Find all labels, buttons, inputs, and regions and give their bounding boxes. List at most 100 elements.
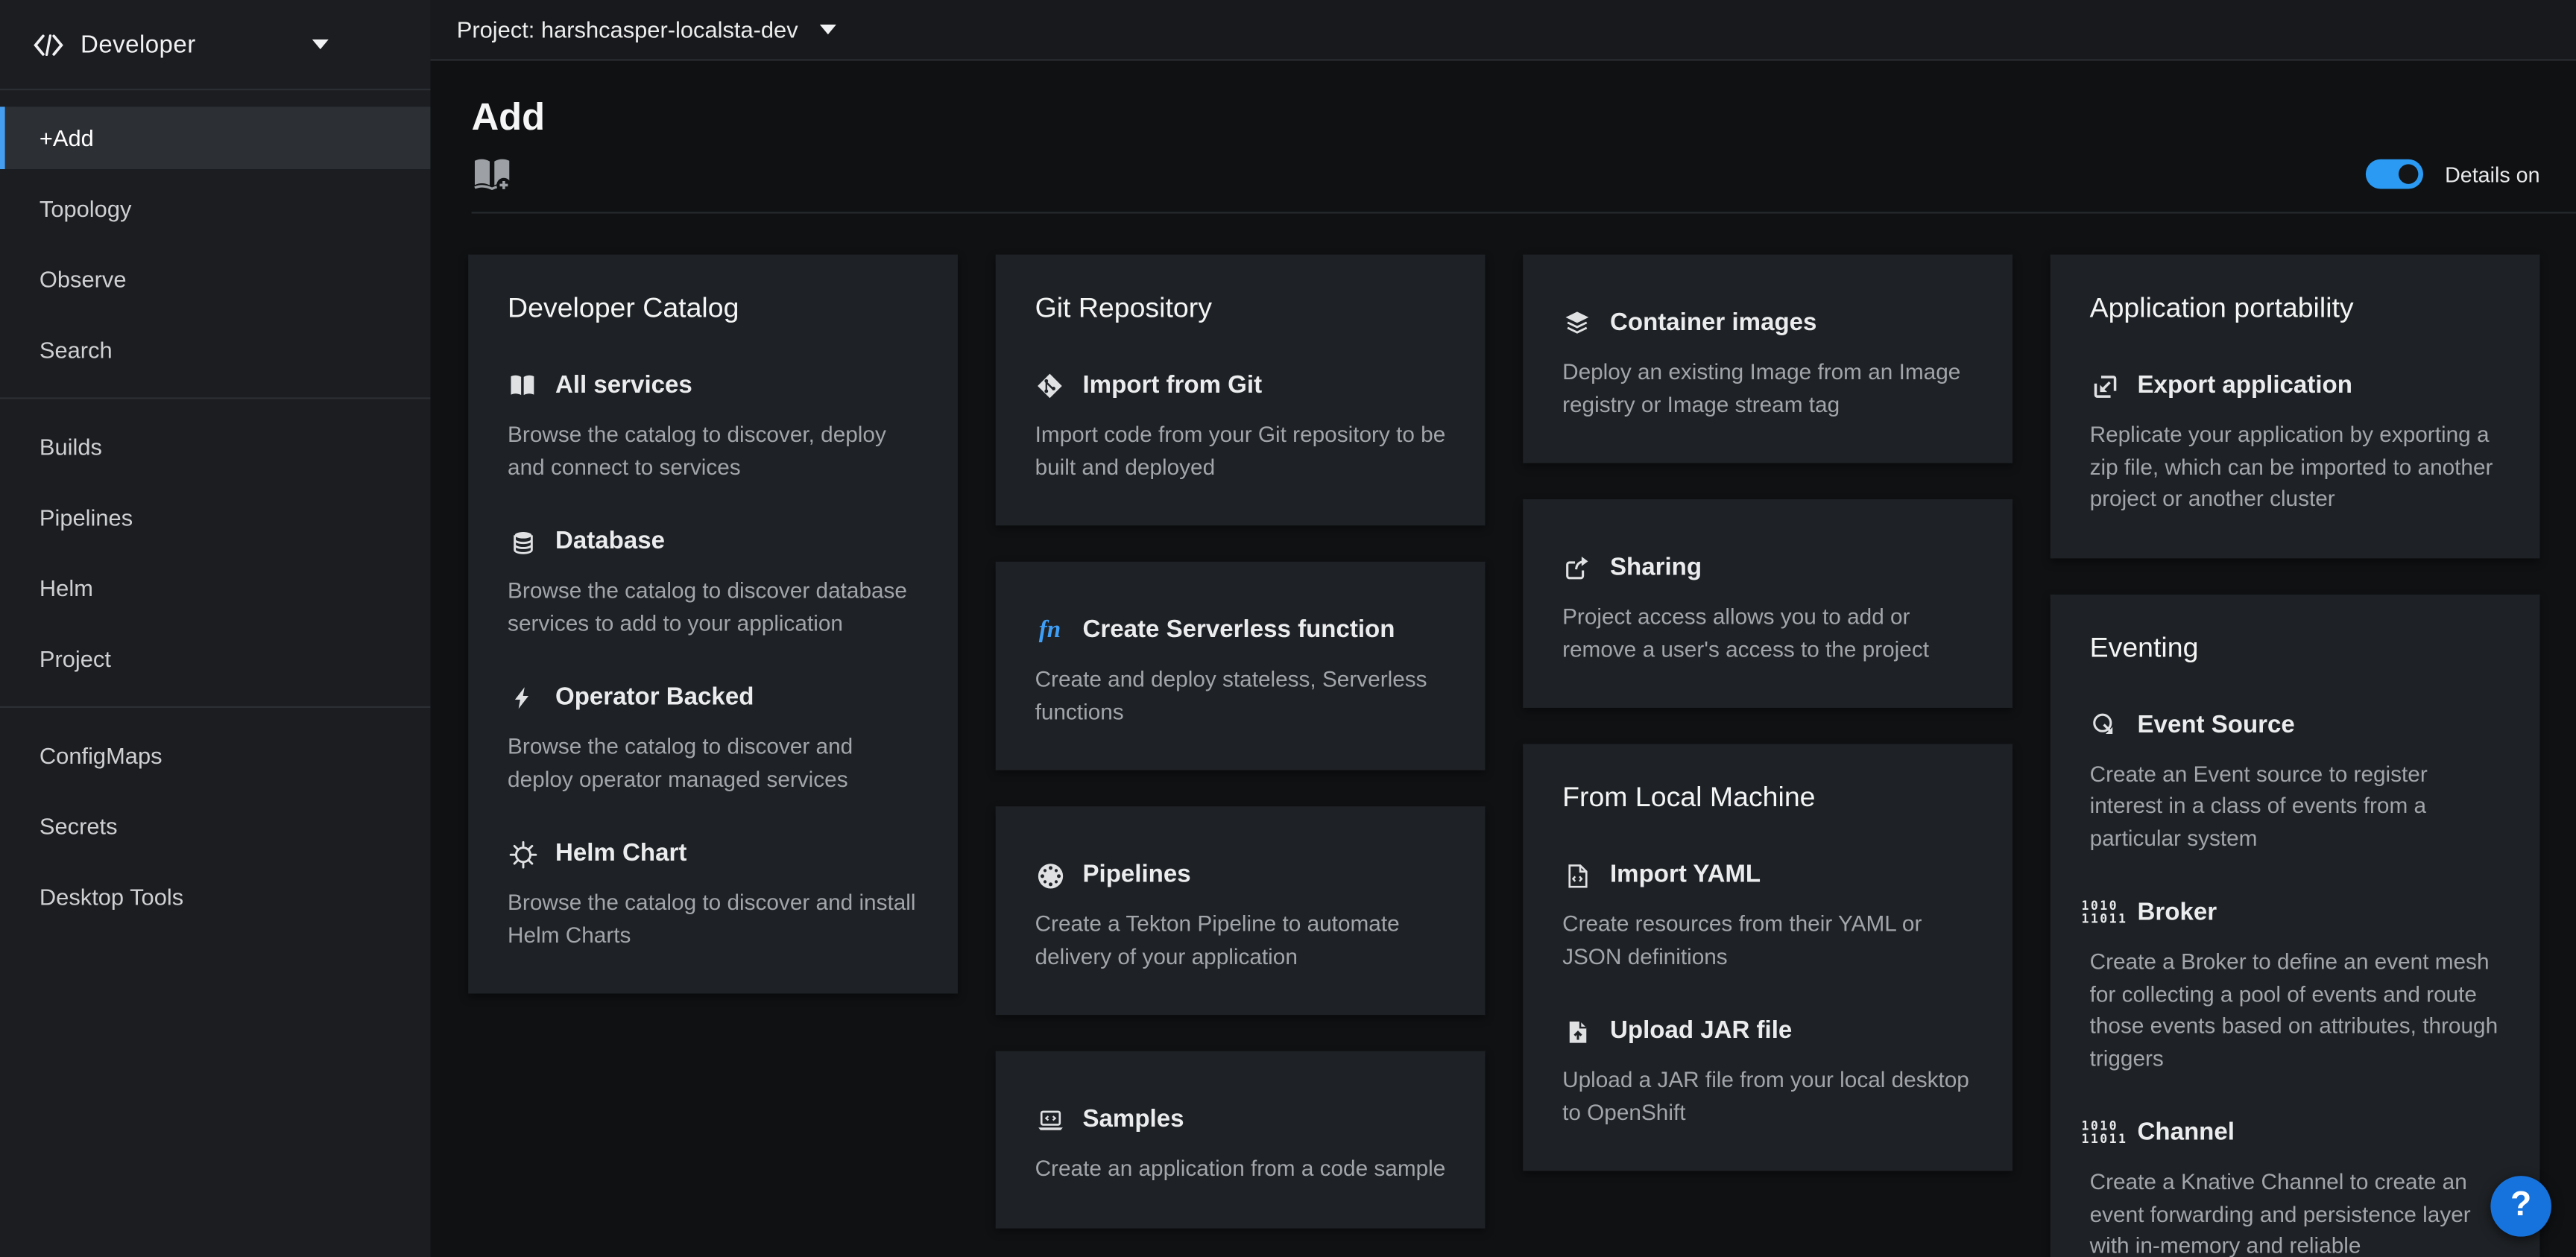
card-item-label: Operator Backed xyxy=(555,682,754,715)
card-title: From Local Machine xyxy=(1562,780,1973,816)
channel-icon: 101011011 xyxy=(2082,1121,2128,1144)
card-item-link-all-services[interactable]: All services xyxy=(508,370,918,402)
card-item-description: Create a Tekton Pipeline to automate del… xyxy=(1035,908,1446,972)
card-eventing: EventingEvent SourceCreate an Event sour… xyxy=(2051,594,2540,1257)
card-item-label: Export application xyxy=(2138,370,2352,402)
card-item-description: Create an Event source to register inter… xyxy=(2090,758,2501,854)
card-item-link-samples[interactable]: Samples xyxy=(1035,1104,1446,1136)
card-item-label: Upload JAR file xyxy=(1610,1015,1792,1048)
card-item-description: Create a Broker to define an event mesh … xyxy=(2090,946,2501,1074)
card-item-label: Container images xyxy=(1610,307,1816,340)
code-icon xyxy=(33,34,64,55)
card-item-link-sharing[interactable]: Sharing xyxy=(1562,552,1973,585)
card-item-link-event-source[interactable]: Event Source xyxy=(2090,709,2501,741)
card-item-create-serverless-function: fnCreate Serverless function Create and d… xyxy=(1035,614,1446,727)
card-item-label: Samples xyxy=(1082,1104,1184,1136)
card-item-import-from-git: Import from Git Import code from your Git… xyxy=(1035,370,1446,483)
card-item-export-application: Export applicationReplicate your applica… xyxy=(2090,370,2501,515)
sidebar-group-divider xyxy=(0,706,430,708)
export-application-icon xyxy=(2092,373,2117,398)
card-item-link-broker[interactable]: 101011011Broker xyxy=(2090,896,2501,929)
card-title: Application portability xyxy=(2090,291,2501,326)
card-item-description: Import code from your Git repository to … xyxy=(1035,419,1446,483)
card-item-samples: SamplesCreate an application from a code… xyxy=(1035,1104,1446,1185)
bolt-icon xyxy=(511,686,534,709)
card-application-portability: Application portability Export applicatio… xyxy=(2051,255,2540,558)
container-images-icon xyxy=(1564,311,1590,337)
card-samples: SamplesCreate an application from a code… xyxy=(996,1051,1486,1228)
card-item-description: Project access allows you to add or remo… xyxy=(1562,601,1973,665)
card-item-sharing: Sharing Project access allows you to add … xyxy=(1562,552,1973,665)
card-item-link-container-images[interactable]: Container images xyxy=(1562,307,1973,340)
samples-icon xyxy=(1036,1109,1064,1131)
card-item-import-yaml: Import YAMLCreate resources from their Y… xyxy=(1562,859,1973,972)
sidebar-item-builds[interactable]: Builds xyxy=(0,416,430,478)
card-item-label: Sharing xyxy=(1610,552,1702,585)
details-toggle-switch[interactable] xyxy=(2366,159,2423,189)
sidebar-group-divider xyxy=(0,397,430,399)
open-book-icon xyxy=(509,373,535,399)
card-item-event-source: Event Source Create an Event source to re… xyxy=(2090,709,2501,854)
card-item-link-pipelines[interactable]: Pipelines xyxy=(1035,859,1446,892)
card-item-link-import-yaml[interactable]: Import YAML xyxy=(1562,859,1973,892)
card-title: Developer Catalog xyxy=(508,291,918,326)
card-item-label: Import YAML xyxy=(1610,859,1761,892)
card-item-label: Channel xyxy=(2138,1117,2235,1150)
perspective-label: Developer xyxy=(80,31,196,58)
card-item-database: DatabaseBrowse the catalog to discover d… xyxy=(508,525,918,639)
card-item-link-helm-chart[interactable]: Helm Chart xyxy=(508,838,918,870)
details-toggle-label: Details on xyxy=(2445,162,2539,186)
card-item-helm-chart: Helm ChartBrowse the catalog to discover… xyxy=(508,838,918,951)
import-yaml-icon xyxy=(1567,863,1588,887)
card-item-link-channel[interactable]: 101011011Channel xyxy=(2090,1117,2501,1150)
main-content: Add Details on Developer Catalog All serv… xyxy=(430,59,2576,1257)
caret-down-icon xyxy=(312,39,329,49)
card-item-link-create-serverless-function[interactable]: fnCreate Serverless function xyxy=(1035,614,1446,647)
card-item-label: All services xyxy=(555,370,692,402)
project-selector-bar[interactable]: Project: harshcasper-localsta-dev xyxy=(430,0,2576,61)
card-item-link-database[interactable]: Database xyxy=(508,525,918,558)
card-item-broker: 101011011Broker Create a Broker to define… xyxy=(2090,896,2501,1074)
sidebar-item-configmaps[interactable]: ConfigMaps xyxy=(0,724,430,787)
help-button[interactable]: ? xyxy=(2490,1175,2551,1236)
card-item-label: Pipelines xyxy=(1082,859,1190,892)
helm-icon xyxy=(508,840,536,867)
sidebar-item-helm[interactable]: Helm xyxy=(0,557,430,619)
toggle-knob xyxy=(2399,164,2418,183)
card-item-link-upload-jar-file[interactable]: Upload JAR file xyxy=(1562,1015,1973,1048)
add-cards-grid: Developer CatalogAll servicesBrowse the … xyxy=(430,214,2576,1257)
sidebar-item-project[interactable]: Project xyxy=(0,627,430,690)
project-selector-label: Project: harshcasper-localsta-dev xyxy=(457,16,798,42)
broker-icon: 101011011 xyxy=(2082,902,2128,925)
card-sharing: Sharing Project access allows you to add … xyxy=(1523,499,2012,708)
card-column: Application portability Export applicatio… xyxy=(2051,255,2540,1257)
sidebar-item-observe[interactable]: Observe xyxy=(0,248,430,311)
sidebar-item-add[interactable]: +Add xyxy=(0,107,430,169)
card-item-description: Create a Knative Channel to create an ev… xyxy=(2090,1166,2501,1257)
card-item-description: Create and deploy stateless, Serverless … xyxy=(1035,663,1446,727)
perspective-switcher[interactable]: Developer xyxy=(0,0,430,90)
card-git-repository: Git RepositoryImport from GitImport code… xyxy=(996,255,1486,526)
card-item-operator-backed: Operator BackedBrowse the catalog to dis… xyxy=(508,682,918,795)
card-item-link-operator-backed[interactable]: Operator Backed xyxy=(508,682,918,715)
card-item-label: Import from Git xyxy=(1082,370,1262,402)
sidebar-item-secrets[interactable]: Secrets xyxy=(0,795,430,858)
quick-starts-button[interactable] xyxy=(472,156,513,191)
sidebar-item-desktop-tools[interactable]: Desktop Tools xyxy=(0,866,430,928)
sidebar-item-search[interactable]: Search xyxy=(0,319,430,381)
card-item-label: Helm Chart xyxy=(555,838,686,870)
sidebar: Developer +Add Topology Observe Search Build… xyxy=(0,0,430,1257)
event-source-icon xyxy=(2092,712,2118,738)
sidebar-item-pipelines[interactable]: Pipelines xyxy=(0,486,430,548)
sidebar-item-topology[interactable]: Topology xyxy=(0,177,430,240)
card-container-images: Container imagesDeploy an existing Image… xyxy=(1523,255,2012,463)
page-title: Add xyxy=(472,95,2540,140)
card-column: Developer CatalogAll servicesBrowse the … xyxy=(468,255,958,994)
card-item-link-export-application[interactable]: Export application xyxy=(2090,370,2501,402)
card-item-label: Event Source xyxy=(2138,709,2295,741)
card-item-link-import-from-git[interactable]: Import from Git xyxy=(1035,370,1446,402)
card-column: Container imagesDeploy an existing Image… xyxy=(1523,255,2012,1171)
serverless-fn-icon: fn xyxy=(1039,619,1061,642)
card-item-description: Upload a JAR file from your local deskto… xyxy=(1562,1064,1973,1128)
git-icon xyxy=(1037,373,1063,399)
